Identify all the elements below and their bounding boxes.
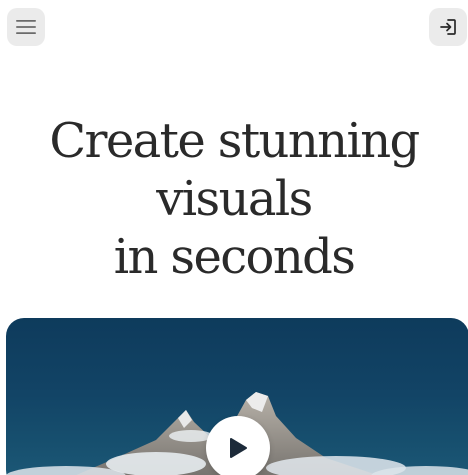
hamburger-menu-icon bbox=[16, 20, 36, 34]
hero-headline-line-1: Create stunning bbox=[49, 113, 420, 169]
menu-button[interactable] bbox=[7, 8, 45, 46]
play-button[interactable] bbox=[206, 416, 270, 475]
hero-headline: Create stunning visuals in seconds bbox=[0, 112, 468, 286]
play-icon bbox=[230, 438, 247, 458]
sign-in-icon bbox=[440, 19, 456, 35]
hero-headline-line-3: in seconds bbox=[113, 229, 356, 285]
hero-headline-line-2: visuals bbox=[156, 171, 313, 227]
sign-in-button[interactable] bbox=[429, 8, 467, 46]
